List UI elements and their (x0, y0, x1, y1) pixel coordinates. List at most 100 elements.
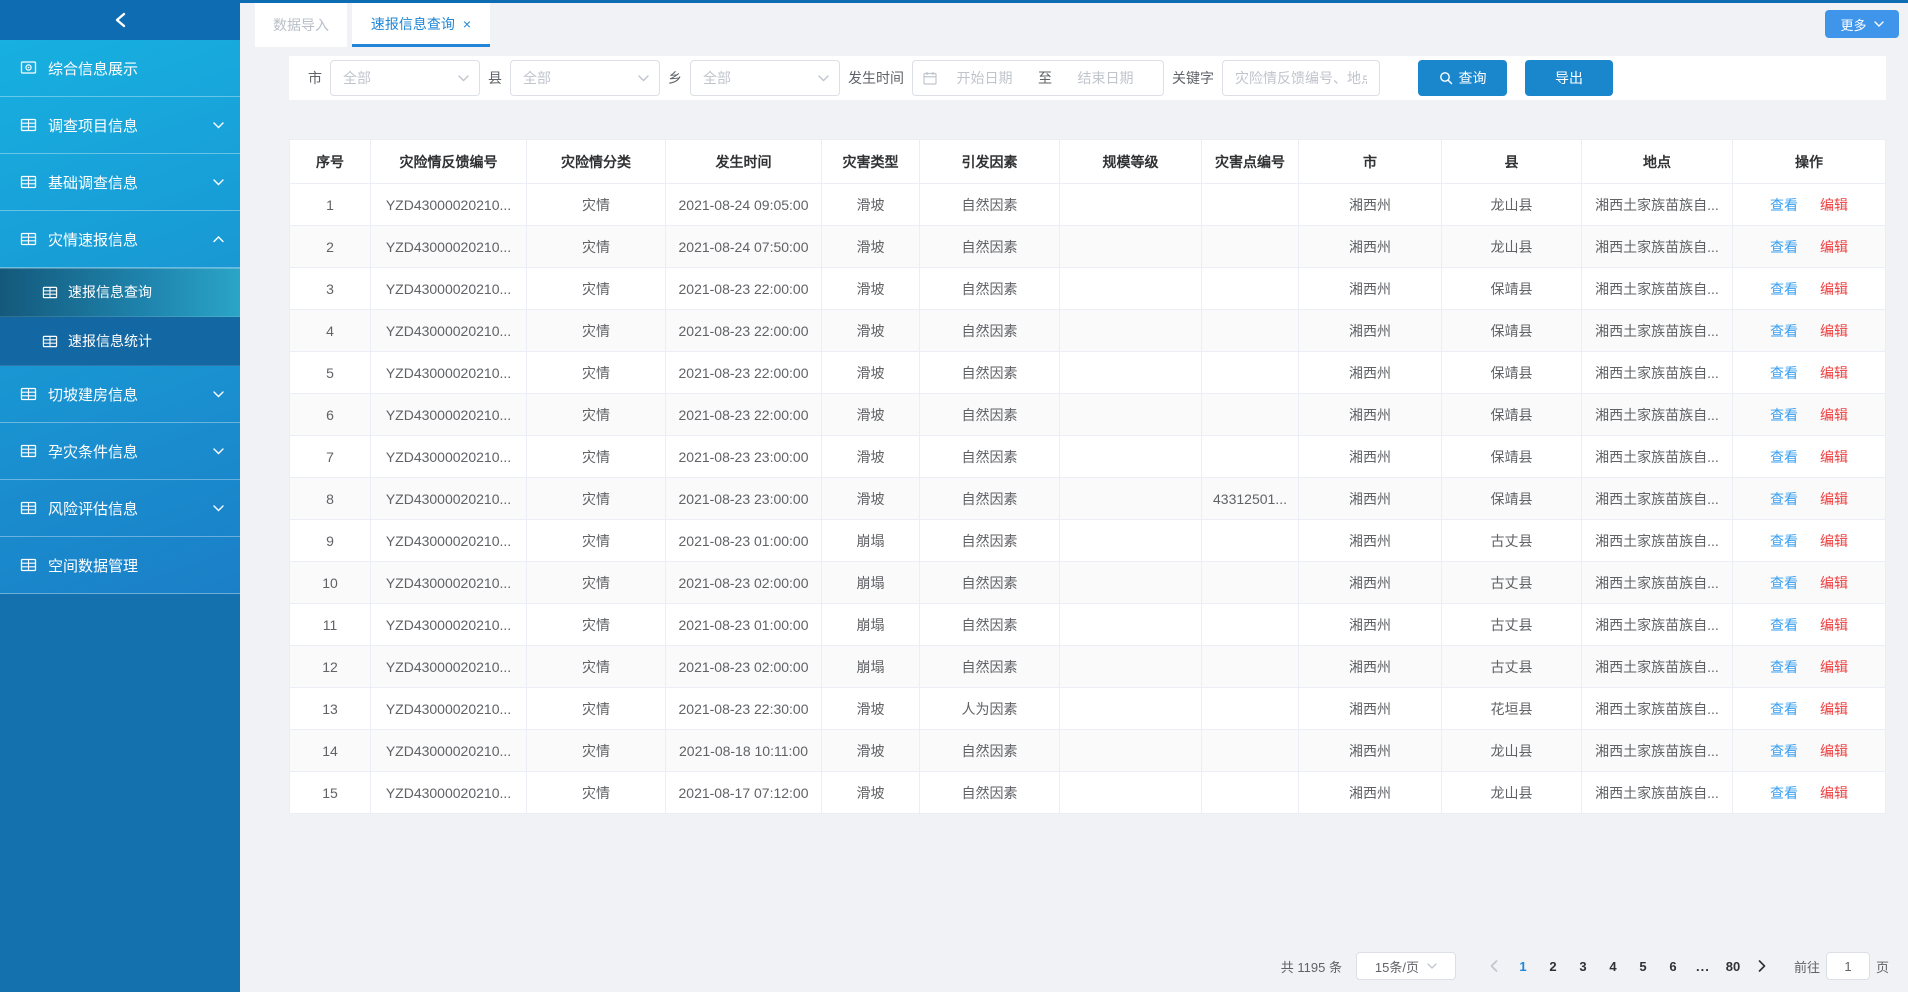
view-link[interactable]: 查看 (1770, 743, 1798, 759)
edit-link[interactable]: 编辑 (1820, 533, 1848, 549)
sidebar-subitem-report-stats[interactable]: 速报信息统计 (0, 317, 240, 366)
cell-disaster-type: 崩塌 (822, 562, 920, 604)
view-link[interactable]: 查看 (1770, 407, 1798, 423)
edit-link[interactable]: 编辑 (1820, 323, 1848, 339)
sidebar-item-survey-project[interactable]: 调查项目信息 (0, 97, 240, 154)
sidebar-item-hazard-condition[interactable]: 孕灾条件信息 (0, 423, 240, 480)
sidebar-nav: 综合信息展示 调查项目信息 基础调查信息 灾情速报信息 速报信息查询 (0, 40, 240, 594)
cell-category: 灾情 (527, 562, 666, 604)
cell-location: 湘西土家族苗族自... (1582, 772, 1733, 814)
sidebar-collapse-button[interactable] (0, 0, 240, 40)
end-date-placeholder[interactable]: 结束日期 (1058, 68, 1153, 88)
page-button-3[interactable]: 3 (1568, 959, 1598, 974)
view-link[interactable]: 查看 (1770, 659, 1798, 675)
prev-page-button[interactable] (1480, 960, 1508, 972)
cell-disaster-type: 滑坡 (822, 730, 920, 772)
town-select[interactable]: 全部 (690, 60, 840, 96)
more-button[interactable]: 更多 (1825, 10, 1899, 38)
page-button-4[interactable]: 4 (1598, 959, 1628, 974)
column-header: 引发因素 (920, 140, 1060, 184)
view-link[interactable]: 查看 (1770, 365, 1798, 381)
cell-time: 2021-08-17 07:12:00 (666, 772, 822, 814)
view-link[interactable]: 查看 (1770, 785, 1798, 801)
view-link[interactable]: 查看 (1770, 449, 1798, 465)
sidebar-subitem-report-query[interactable]: 速报信息查询 (0, 268, 240, 317)
tab-data-import[interactable]: 数据导入 (255, 3, 347, 47)
edit-link[interactable]: 编辑 (1820, 659, 1848, 675)
close-tab-icon[interactable]: × (463, 17, 471, 31)
export-button[interactable]: 导出 (1525, 60, 1613, 96)
sidebar-item-spatial-data[interactable]: 空间数据管理 (0, 537, 240, 594)
cell-disaster-type: 崩塌 (822, 604, 920, 646)
sidebar-item-overview[interactable]: 综合信息展示 (0, 40, 240, 97)
edit-link[interactable]: 编辑 (1820, 239, 1848, 255)
edit-link[interactable]: 编辑 (1820, 575, 1848, 591)
table-row: 4 YZD43000020210... 灾情 2021-08-23 22:00:… (290, 310, 1886, 352)
edit-link[interactable]: 编辑 (1820, 785, 1848, 801)
chevron-down-icon (638, 75, 649, 82)
cell-scale (1060, 604, 1202, 646)
page-size-select[interactable]: 15条/页 (1356, 952, 1456, 980)
sidebar-item-label: 综合信息展示 (48, 58, 138, 79)
edit-link[interactable]: 编辑 (1820, 365, 1848, 381)
sidebar-item-disaster-report[interactable]: 灾情速报信息 (0, 211, 240, 268)
cell-city: 湘西州 (1299, 730, 1442, 772)
table-row: 13 YZD43000020210... 灾情 2021-08-23 22:30… (290, 688, 1886, 730)
tab-label: 速报信息查询 (371, 14, 455, 34)
edit-link[interactable]: 编辑 (1820, 449, 1848, 465)
cell-seq: 4 (290, 310, 371, 352)
cell-feedback-no: YZD43000020210... (371, 646, 527, 688)
next-page-button[interactable] (1748, 960, 1776, 972)
cell-point-no (1202, 688, 1299, 730)
view-link[interactable]: 查看 (1770, 701, 1798, 717)
goto-page-input[interactable] (1826, 952, 1870, 980)
edit-link[interactable]: 编辑 (1820, 407, 1848, 423)
start-date-placeholder[interactable]: 开始日期 (937, 68, 1032, 88)
view-link[interactable]: 查看 (1770, 239, 1798, 255)
cell-city: 湘西州 (1299, 520, 1442, 562)
search-button[interactable]: 查询 (1418, 60, 1507, 96)
cell-scale (1060, 394, 1202, 436)
chevron-down-icon (1427, 963, 1437, 969)
view-link[interactable]: 查看 (1770, 491, 1798, 507)
edit-link[interactable]: 编辑 (1820, 197, 1848, 213)
date-range-picker[interactable]: 开始日期 至 结束日期 (912, 60, 1164, 96)
page-button-2[interactable]: 2 (1538, 959, 1568, 974)
edit-link[interactable]: 编辑 (1820, 701, 1848, 717)
view-link[interactable]: 查看 (1770, 575, 1798, 591)
view-link[interactable]: 查看 (1770, 533, 1798, 549)
view-link[interactable]: 查看 (1770, 323, 1798, 339)
dashboard-icon (20, 60, 37, 76)
cell-county: 保靖县 (1442, 352, 1582, 394)
sidebar-item-basic-survey[interactable]: 基础调查信息 (0, 154, 240, 211)
tab-report-query[interactable]: 速报信息查询 × (352, 3, 490, 47)
page-button-1[interactable]: 1 (1508, 959, 1538, 974)
view-link[interactable]: 查看 (1770, 281, 1798, 297)
table-icon (42, 334, 58, 349)
city-select[interactable]: 全部 (330, 60, 480, 96)
county-select[interactable]: 全部 (510, 60, 660, 96)
cell-factor: 自然因素 (920, 436, 1060, 478)
page-button-80[interactable]: 80 (1718, 959, 1748, 974)
page-button-5[interactable]: 5 (1628, 959, 1658, 974)
edit-link[interactable]: 编辑 (1820, 743, 1848, 759)
edit-link[interactable]: 编辑 (1820, 617, 1848, 633)
page-button-6[interactable]: 6 (1658, 959, 1688, 974)
cell-actions: 查看 编辑 (1733, 394, 1886, 436)
view-link[interactable]: 查看 (1770, 617, 1798, 633)
cell-point-no: 43312501... (1202, 478, 1299, 520)
cell-county: 龙山县 (1442, 184, 1582, 226)
edit-link[interactable]: 编辑 (1820, 491, 1848, 507)
view-link[interactable]: 查看 (1770, 197, 1798, 213)
sidebar-item-risk-assessment[interactable]: 风险评估信息 (0, 480, 240, 537)
column-header: 规模等级 (1060, 140, 1202, 184)
chevron-down-icon (213, 391, 224, 398)
keyword-input[interactable] (1222, 60, 1380, 96)
cell-location: 湘西土家族苗族自... (1582, 184, 1733, 226)
cell-category: 灾情 (527, 646, 666, 688)
edit-link[interactable]: 编辑 (1820, 281, 1848, 297)
cell-city: 湘西州 (1299, 226, 1442, 268)
cell-seq: 12 (290, 646, 371, 688)
sidebar-filler (0, 594, 240, 992)
sidebar-item-slope-housing[interactable]: 切坡建房信息 (0, 366, 240, 423)
